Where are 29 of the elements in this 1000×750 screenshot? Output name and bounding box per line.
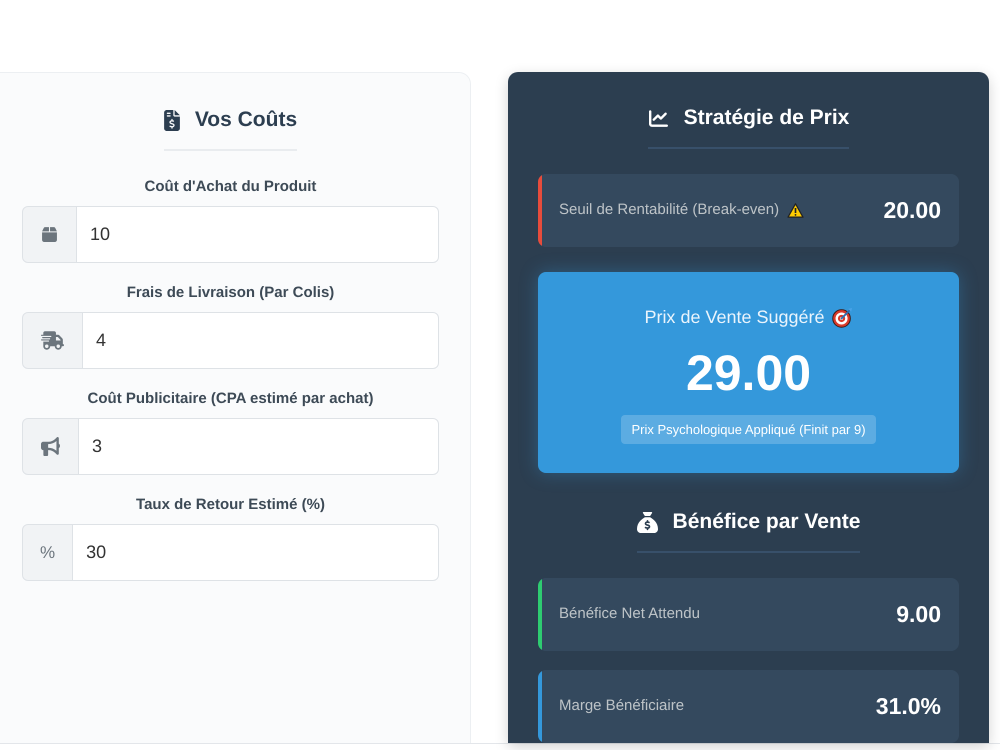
section-title: Vos Coûts <box>194 108 298 132</box>
box-icon <box>41 226 58 243</box>
result-value: 9.00 <box>896 600 941 630</box>
input-field[interactable]: 30 <box>73 524 439 581</box>
result-label: Bénéfice Net Attendu <box>559 604 700 624</box>
pricing-badge: Prix Psychologique Appliqué (Finit par 9) <box>621 415 876 444</box>
invoice-dollar-icon <box>164 110 180 130</box>
field-label: Coût Publicitaire (CPA estimé par achat) <box>88 390 374 408</box>
result-value: 20.00 <box>883 196 941 226</box>
result-value: 31.0% <box>876 692 941 722</box>
warning-icon <box>787 203 804 218</box>
section-title: Stratégie de Prix <box>684 106 850 130</box>
input-field[interactable]: 4 <box>83 312 439 369</box>
suggested-price-label: Prix de Vente Suggéré <box>644 306 825 328</box>
section-title: Bénéfice par Vente <box>672 510 860 534</box>
suggested-price: 29.00 <box>686 345 812 401</box>
field-label: Frais de Livraison (Par Colis) <box>126 284 334 302</box>
truck-icon <box>41 331 64 350</box>
money-bag-icon <box>636 512 658 532</box>
line-chart-icon <box>648 108 669 128</box>
result-label: Seuil de Rentabilité (Break-even) <box>559 200 780 220</box>
result-label: Marge Bénéficiaire <box>559 696 684 716</box>
megaphone-icon <box>41 437 60 456</box>
target-icon <box>832 306 853 328</box>
input-field[interactable]: 3 <box>79 418 439 475</box>
input-field[interactable]: 10 <box>77 206 439 263</box>
field-label: Taux de Retour Estimé (%) <box>136 496 325 514</box>
percent-addon: % <box>22 524 74 581</box>
field-label: Coût d'Achat du Produit <box>144 178 316 196</box>
